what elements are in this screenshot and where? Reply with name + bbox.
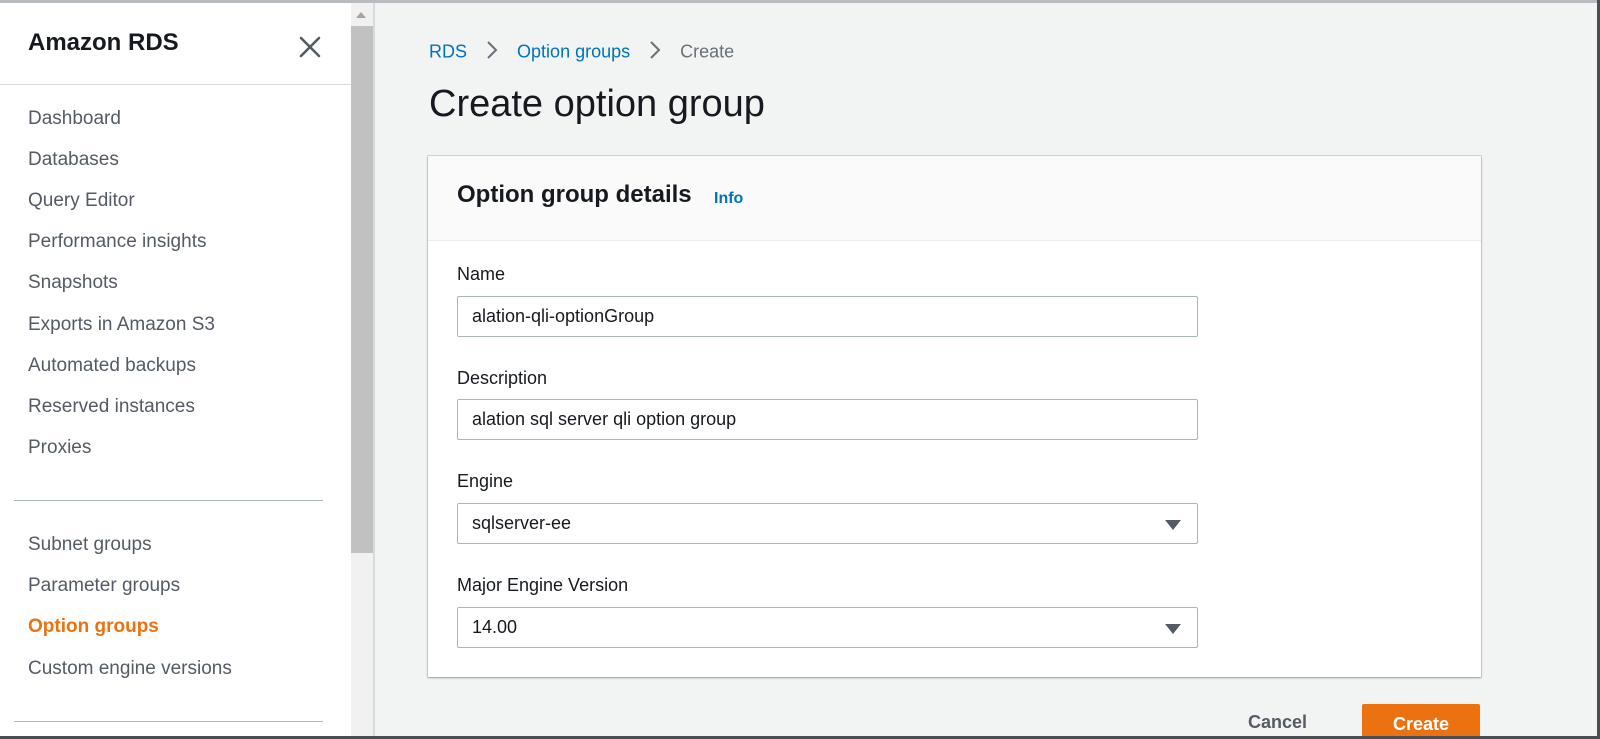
name-input[interactable]: [457, 296, 1198, 337]
sidebar-item-subnet-groups[interactable]: Subnet groups: [28, 534, 152, 556]
sidebar: Amazon RDS Dashboard Databases Query Edi…: [0, 3, 351, 736]
breadcrumb-rds[interactable]: RDS: [429, 41, 467, 61]
engine-select-value: sqlserver-ee: [472, 513, 572, 533]
sidebar-item-automated-backups[interactable]: Automated backups: [28, 355, 196, 377]
description-label: Description: [457, 368, 548, 388]
chevron-right-icon: [649, 40, 661, 65]
major-engine-version-label: Major Engine Version: [457, 575, 629, 595]
sidebar-item-dashboard[interactable]: Dashboard: [28, 108, 121, 130]
sidebar-item-reserved-instances[interactable]: Reserved instances: [28, 396, 195, 418]
caret-down-icon: [1165, 520, 1181, 530]
card-header: Option group details Info: [428, 156, 1481, 241]
close-icon: [299, 36, 321, 58]
sidebar-header: Amazon RDS: [0, 3, 351, 85]
sidebar-divider-bottom: [14, 721, 323, 722]
sidebar-item-snapshots[interactable]: Snapshots: [28, 272, 118, 294]
sidebar-scrollbar-thumb[interactable]: [351, 26, 373, 553]
sidebar-item-query-editor[interactable]: Query Editor: [28, 190, 135, 212]
close-sidebar-button[interactable]: [296, 33, 324, 61]
sidebar-item-databases[interactable]: Databases: [28, 149, 119, 171]
breadcrumb-current: Create: [680, 41, 735, 62]
major-engine-version-select[interactable]: 14.00: [457, 607, 1198, 648]
description-input[interactable]: [457, 399, 1198, 440]
create-button[interactable]: Create: [1362, 704, 1480, 739]
breadcrumb-option-groups[interactable]: Option groups: [517, 41, 630, 61]
sidebar-item-performance-insights[interactable]: Performance insights: [28, 231, 206, 253]
scroll-up-arrow-icon[interactable]: [356, 12, 366, 18]
sidebar-item-parameter-groups[interactable]: Parameter groups: [28, 575, 180, 597]
panel-separator: [373, 3, 375, 736]
major-engine-version-select-value: 14.00: [472, 617, 518, 637]
sidebar-item-exports-s3[interactable]: Exports in Amazon S3: [28, 314, 215, 336]
sidebar-title: Amazon RDS: [28, 29, 179, 56]
engine-select[interactable]: sqlserver-ee: [457, 503, 1198, 544]
caret-down-icon: [1165, 624, 1181, 634]
sidebar-item-option-groups[interactable]: Option groups: [28, 616, 159, 638]
sidebar-item-proxies[interactable]: Proxies: [28, 437, 91, 459]
name-label: Name: [457, 264, 506, 284]
card-title: Option group details: [457, 181, 692, 208]
chevron-right-icon: [486, 40, 498, 65]
cancel-button[interactable]: Cancel: [1248, 712, 1307, 733]
info-link[interactable]: Info: [714, 190, 743, 208]
page-title: Create option group: [429, 83, 765, 125]
sidebar-divider: [14, 500, 323, 501]
sidebar-item-custom-engine-versions[interactable]: Custom engine versions: [28, 658, 232, 680]
option-group-details-card: Option group details Info Name Descripti…: [428, 156, 1481, 677]
breadcrumb: RDS Option groups Create: [429, 40, 734, 65]
engine-label: Engine: [457, 471, 514, 491]
